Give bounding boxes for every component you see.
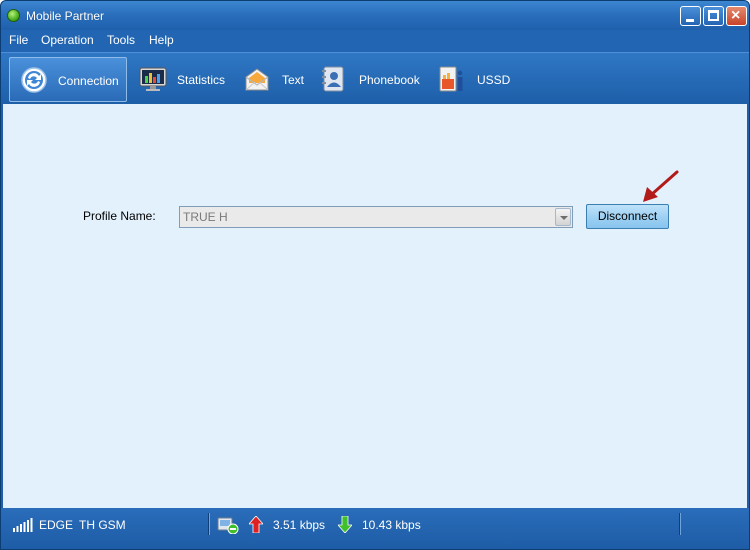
menu-tools[interactable]: Tools [107,33,135,47]
statistics-icon [139,67,167,91]
window-title: Mobile Partner [26,9,105,23]
mobile-partner-window: Mobile Partner × File Operation Tools He… [0,0,750,550]
network-type: EDGE [39,518,74,532]
status-separator [679,513,681,535]
maximize-button[interactable] [703,6,724,26]
minimize-button[interactable] [680,6,701,26]
profile-name-label: Profile Name: [83,209,156,223]
menu-bar: File Operation Tools Help [1,30,749,52]
upload-arrow-icon [249,516,263,533]
status-bar: EDGE TH GSM 3.51 kbps 10.43 kbps [1,508,749,549]
signal-strength-icon [13,518,33,532]
upload-speed: 3.51 kbps [273,518,326,532]
tab-connection-label: Connection [58,74,119,88]
profile-name-select[interactable]: TRUE H [179,206,573,228]
download-speed: 10.43 kbps [362,518,421,532]
maximize-icon [708,10,719,21]
close-button[interactable]: × [726,6,747,26]
close-icon: × [731,7,741,24]
chevron-down-icon [560,216,568,220]
title-bar[interactable]: Mobile Partner × [1,1,749,30]
tab-text[interactable]: Text [241,57,311,102]
annotation-arrow-icon [643,170,679,202]
tab-statistics-label: Statistics [177,73,226,87]
connection-icon [21,67,47,93]
minimize-icon [686,19,694,22]
profile-name-value: TRUE H [183,210,228,224]
tab-connection[interactable]: Connection [9,57,127,102]
download-arrow-icon [338,516,352,533]
menu-help[interactable]: Help [149,33,174,47]
menu-operation[interactable]: Operation [41,33,94,47]
ussd-icon [439,66,463,92]
menu-file[interactable]: File [9,33,28,47]
tab-ussd[interactable]: USSD [437,57,517,102]
tab-statistics[interactable]: Statistics [133,57,233,102]
toolbar: Connection Statistics Text Phonebook USS… [1,52,749,103]
phonebook-icon [322,66,344,92]
tab-phonebook[interactable]: Phonebook [319,57,429,102]
operator-name: TH GSM [79,518,126,532]
data-card-icon [217,517,239,534]
connection-panel: Profile Name: TRUE H Disconnect [3,104,747,508]
profile-dropdown-button[interactable] [555,208,571,226]
tab-ussd-label: USSD [477,73,511,87]
tab-text-label: Text [282,73,305,87]
app-icon [7,9,20,22]
tab-phonebook-label: Phonebook [359,73,420,87]
text-message-icon [245,68,269,91]
disconnect-button[interactable]: Disconnect [586,204,669,229]
status-separator [208,513,210,535]
